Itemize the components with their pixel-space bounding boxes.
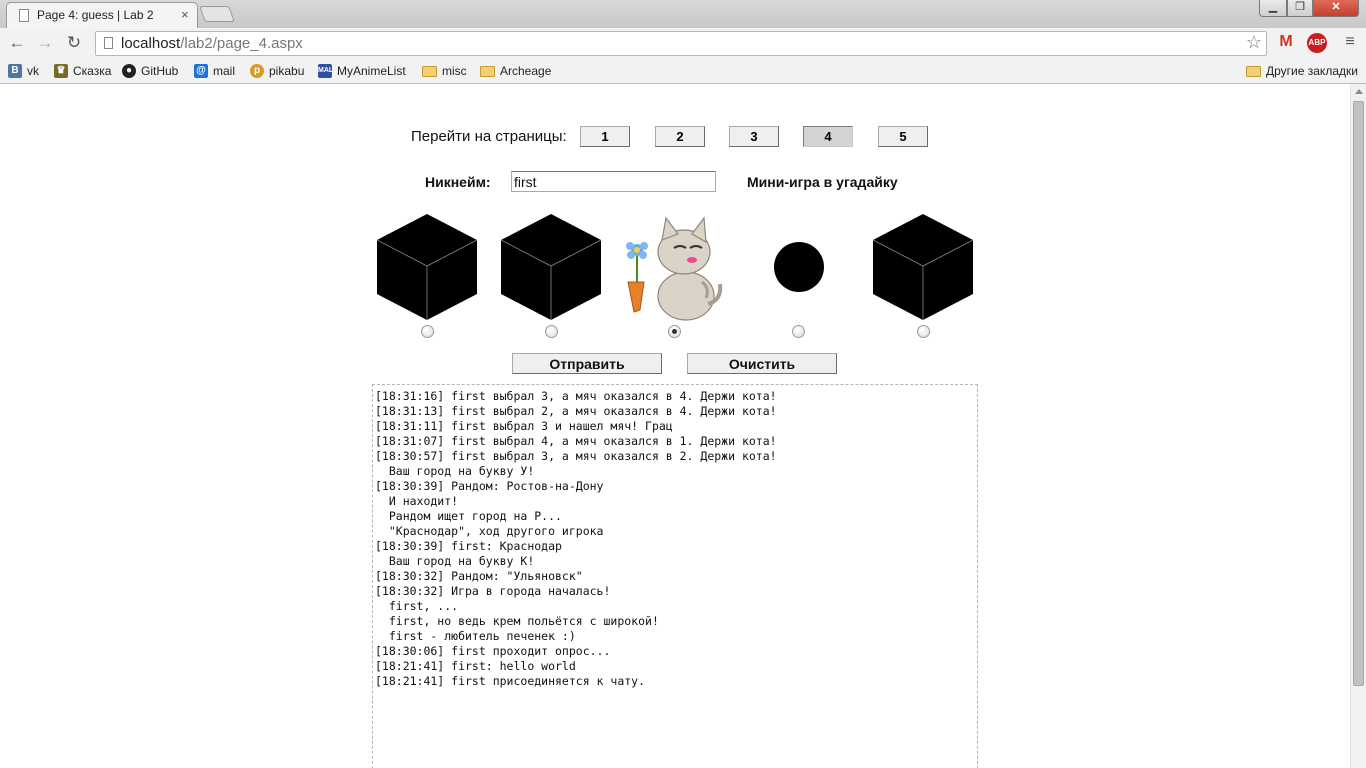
page-2-button[interactable]: 2 bbox=[655, 126, 705, 147]
close-window-button[interactable]: ✕ bbox=[1313, 0, 1359, 17]
folder-icon bbox=[480, 65, 495, 77]
chat-line: [18:30:57] first выбрал 3, а мяч оказалс… bbox=[375, 449, 777, 463]
chat-line: [18:21:41] first: hello world bbox=[375, 659, 576, 673]
folder-icon bbox=[1246, 65, 1261, 77]
chat-line: Ваш город на букву К! bbox=[375, 554, 535, 568]
browser-tab[interactable]: Page 4: guess | Lab 2 × bbox=[6, 2, 198, 28]
mail-icon: @ bbox=[194, 64, 208, 78]
bookmark-label: Сказка bbox=[73, 64, 112, 78]
folder-icon bbox=[422, 65, 437, 77]
bookmark-label: vk bbox=[27, 64, 39, 78]
chat-line: first, ... bbox=[375, 599, 459, 613]
url-host: localhost bbox=[121, 35, 181, 52]
clear-button[interactable]: Очистить bbox=[687, 353, 837, 374]
cube-image-3 bbox=[871, 212, 975, 322]
chat-line: [18:30:06] first проходит опрос... bbox=[375, 644, 611, 658]
bookmark-label: MyAnimeList bbox=[337, 64, 406, 78]
chat-line: [18:31:16] first выбрал 3, а мяч оказалс… bbox=[375, 389, 777, 403]
window-titlebar: Page 4: guess | Lab 2 × ▁ ❐ ✕ bbox=[0, 0, 1366, 28]
adblock-extension-icon[interactable]: ABP bbox=[1307, 33, 1327, 53]
address-bar[interactable]: localhost/lab2/page_4.aspx ☆ bbox=[95, 31, 1267, 56]
nickname-input[interactable] bbox=[511, 171, 716, 192]
chat-line: first, но ведь крем польётся с широкой! bbox=[375, 614, 659, 628]
chat-line: [18:30:39] Рандом: Ростов-на-Дону bbox=[375, 479, 604, 493]
bookmark-archeage[interactable]: Archeage bbox=[480, 62, 551, 80]
scroll-up-arrow-icon[interactable] bbox=[1355, 89, 1363, 94]
ball-image bbox=[747, 212, 851, 322]
new-tab-button[interactable] bbox=[199, 6, 235, 22]
chat-line: first - любитель печенек :) bbox=[375, 629, 576, 643]
cube-image-1 bbox=[375, 212, 479, 322]
bookmark-label: mail bbox=[213, 64, 236, 78]
bookmark-github[interactable]: ● GitHub bbox=[122, 62, 178, 80]
bookmark-skazka[interactable]: ♛ Сказка bbox=[54, 62, 111, 80]
github-icon: ● bbox=[122, 64, 136, 78]
vk-icon: B bbox=[8, 64, 22, 78]
chat-line: И находит! bbox=[375, 494, 459, 508]
nickname-label: Никнейм: bbox=[425, 174, 491, 190]
cube-image-2 bbox=[499, 212, 603, 322]
myanimelist-icon: MAL bbox=[318, 64, 333, 78]
back-arrow-icon[interactable]: ← bbox=[7, 33, 27, 53]
bookmarks-bar: Bvk ♛ Сказка ● GitHub @ mail p pikabu MAL MyA… bbox=[0, 58, 1366, 84]
scrollbar-thumb[interactable] bbox=[1353, 101, 1364, 686]
chat-line: [18:31:07] first выбрал 4, а мяч оказалс… bbox=[375, 434, 777, 448]
window-controls: ▁ ❐ ✕ bbox=[1259, 0, 1359, 18]
page-5-button[interactable]: 5 bbox=[878, 126, 928, 147]
bookmark-pikabu[interactable]: p pikabu bbox=[250, 62, 304, 80]
bookmark-label: misc bbox=[442, 64, 467, 78]
other-bookmarks[interactable]: Другие закладки bbox=[1246, 62, 1358, 80]
chat-line: [18:30:32] Игра в города началась! bbox=[375, 584, 611, 598]
gmail-extension-icon[interactable]: M bbox=[1276, 33, 1296, 53]
maximize-button[interactable]: ❐ bbox=[1287, 0, 1313, 17]
page-1-button[interactable]: 1 bbox=[580, 126, 630, 147]
bookmark-label: pikabu bbox=[269, 64, 305, 78]
page-content: Перейти на страницы: 1 2 3 4 5 Никнейм: … bbox=[0, 84, 1350, 768]
page-3-button[interactable]: 3 bbox=[729, 126, 779, 147]
page-icon bbox=[19, 9, 29, 22]
reload-icon[interactable]: ↻ bbox=[64, 33, 84, 53]
page-icon bbox=[104, 37, 113, 49]
chat-line: [18:31:13] first выбрал 2, а мяч оказалс… bbox=[375, 404, 777, 418]
chat-log: [18:31:16] first выбрал 3, а мяч оказалс… bbox=[372, 384, 978, 768]
choice-radio-2[interactable] bbox=[545, 325, 558, 338]
bookmark-mail[interactable]: @ mail bbox=[194, 62, 235, 80]
choice-radio-4[interactable] bbox=[792, 325, 805, 338]
bookmark-misc[interactable]: misc bbox=[422, 62, 467, 80]
choice-radio-3[interactable] bbox=[668, 325, 681, 338]
minimize-button[interactable]: ▁ bbox=[1259, 0, 1287, 17]
url-text: localhost/lab2/page_4.aspx bbox=[121, 35, 303, 52]
game-title: Мини-игра в угадайку bbox=[747, 174, 898, 190]
chat-line: [18:31:11] first выбрал 3 и нашел мяч! Г… bbox=[375, 419, 673, 433]
page-scrollbar[interactable] bbox=[1350, 84, 1366, 768]
pikabu-icon: p bbox=[250, 64, 264, 78]
submit-button[interactable]: Отправить bbox=[512, 353, 662, 374]
chat-line: Ваш город на букву У! bbox=[375, 464, 535, 478]
goto-pages-label: Перейти на страницы: bbox=[411, 128, 567, 145]
choice-radio-1[interactable] bbox=[421, 325, 434, 338]
forward-arrow-icon[interactable]: → bbox=[35, 33, 55, 53]
skazka-icon: ♛ bbox=[54, 64, 68, 78]
menu-icon[interactable]: ≡ bbox=[1340, 33, 1360, 53]
url-path: /lab2/page_4.aspx bbox=[180, 35, 303, 52]
close-tab-icon[interactable]: × bbox=[181, 7, 189, 22]
chat-line: [18:30:39] first: Краснодар bbox=[375, 539, 562, 553]
page-4-button[interactable]: 4 bbox=[803, 126, 853, 147]
chat-line: "Краснодар", ход другого игрока bbox=[375, 524, 604, 538]
tab-title: Page 4: guess | Lab 2 bbox=[37, 8, 154, 22]
bookmark-star-icon[interactable]: ☆ bbox=[1246, 32, 1262, 53]
bookmark-label: Archeage bbox=[500, 64, 552, 78]
chat-line: [18:21:41] first присоединяется к чату. bbox=[375, 674, 646, 688]
bookmark-vk[interactable]: Bvk bbox=[8, 62, 39, 80]
chat-line: [18:30:32] Рандом: "Ульяновск" bbox=[375, 569, 583, 583]
bookmark-myanimelist[interactable]: MAL MyAnimeList bbox=[318, 62, 406, 80]
choice-radio-5[interactable] bbox=[917, 325, 930, 338]
chat-line: Рандом ищет город на Р... bbox=[375, 509, 562, 523]
cat-image bbox=[622, 212, 726, 322]
bookmark-label: GitHub bbox=[141, 64, 179, 78]
bookmark-label: Другие закладки bbox=[1266, 64, 1358, 78]
